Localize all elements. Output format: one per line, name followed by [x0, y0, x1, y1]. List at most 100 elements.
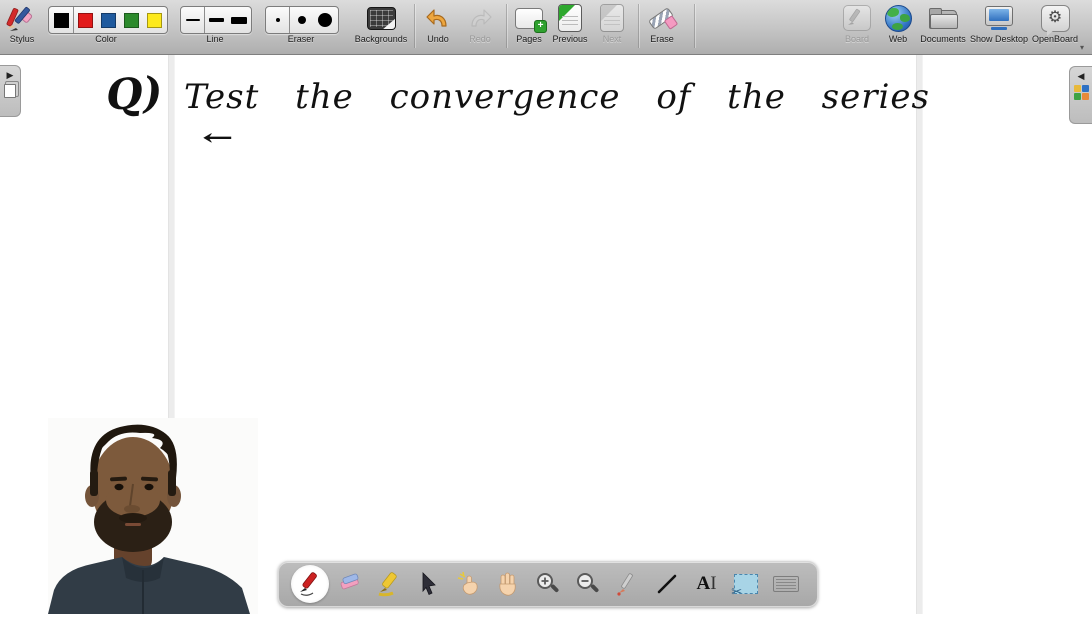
capture-tool-button[interactable]: ✂: [729, 565, 763, 603]
line-thick-option[interactable]: [227, 7, 250, 33]
show-desktop-label: Show Desktop: [968, 34, 1030, 44]
openboard-settings-button[interactable]: ⚙ OpenBoard: [1026, 3, 1084, 44]
color-group-label-wrap: Color: [76, 33, 136, 44]
pages-icon: +: [508, 3, 550, 33]
eraser-large-option[interactable]: [313, 7, 337, 33]
text-tool-button[interactable]: AI: [690, 565, 724, 603]
color-swatch-green[interactable]: [120, 7, 143, 33]
previous-page-button[interactable]: Previous: [549, 3, 591, 44]
webcam-video-presenter: [48, 418, 258, 614]
redo-icon: [460, 3, 500, 33]
line-medium-option[interactable]: [205, 7, 227, 33]
line-thin-option[interactable]: [181, 7, 204, 33]
handwriting-underline-arrow: ←: [202, 125, 233, 151]
board-mode-icon: [838, 3, 876, 33]
laser-pointer-icon: [615, 571, 639, 597]
selector-arrow-icon: [418, 572, 440, 596]
hand-icon: [495, 571, 521, 597]
eraser-group: [265, 6, 339, 34]
eraser-tool-button[interactable]: [333, 565, 367, 603]
zoom-in-icon: [535, 571, 561, 597]
previous-page-icon: [549, 3, 591, 33]
swatch-green: [124, 13, 139, 28]
eraser-small-option[interactable]: [266, 7, 289, 33]
web-mode-button[interactable]: Web: [879, 3, 917, 44]
highlighter-icon: [376, 571, 402, 597]
backgrounds-button[interactable]: Backgrounds: [352, 3, 410, 44]
show-desktop-monitor-icon: [968, 3, 1030, 33]
virtual-keyboard-tool-button[interactable]: [769, 565, 803, 603]
right-panel-expander-tab[interactable]: ◀: [1069, 66, 1092, 124]
toolbar-separator: [638, 4, 639, 48]
board-mode-button[interactable]: Board: [838, 3, 876, 44]
eraser-small: [276, 18, 280, 22]
color-swatch-red[interactable]: [74, 7, 97, 33]
toolbar-overflow-arrow[interactable]: ▾: [1080, 43, 1084, 52]
floating-tool-palette: AI ✂: [278, 561, 818, 607]
color-group: [48, 6, 168, 34]
eraser-label: Eraser: [271, 34, 331, 44]
web-label: Web: [879, 34, 917, 44]
eraser-icon: [337, 572, 363, 596]
swatch-yellow: [147, 13, 162, 28]
pages-panel-icon: [4, 84, 16, 98]
backgrounds-label: Backgrounds: [352, 34, 410, 44]
handwriting-text: Test the convergence of the series: [184, 77, 930, 117]
erase-label: Erase: [641, 34, 683, 44]
next-page-button[interactable]: Next: [591, 3, 633, 44]
undo-button[interactable]: Undo: [418, 3, 458, 44]
next-label: Next: [591, 34, 633, 44]
documents-label: Documents: [915, 34, 971, 44]
erase-icon: [641, 3, 683, 33]
expand-right-icon: ▶: [7, 70, 14, 80]
pages-button[interactable]: + Pages: [508, 3, 550, 44]
redo-label: Redo: [460, 34, 500, 44]
undo-label: Undo: [418, 34, 458, 44]
selector-tool-button[interactable]: [412, 565, 446, 603]
color-swatch-blue[interactable]: [97, 7, 120, 33]
line-thin: [186, 19, 200, 21]
interact-tool-button[interactable]: [452, 565, 486, 603]
library-panel-icon: [1074, 85, 1089, 100]
interact-hand-icon: [456, 571, 482, 597]
expand-left-icon: ◀: [1078, 71, 1085, 81]
highlighter-tool-button[interactable]: [372, 565, 406, 603]
whiteboard-canvas[interactable]: Q) Test the convergence of the series ← …: [0, 55, 1092, 614]
pen-icon: [297, 571, 323, 597]
eraser-medium-option[interactable]: [290, 7, 313, 33]
swatch-red: [78, 13, 93, 28]
erase-button[interactable]: Erase: [641, 3, 683, 44]
board-label: Board: [838, 34, 876, 44]
redo-button[interactable]: Redo: [460, 3, 500, 44]
pages-label: Pages: [508, 34, 550, 44]
zoom-out-icon: [575, 571, 601, 597]
line-icon: [655, 572, 679, 596]
line-label: Line: [185, 34, 245, 44]
line-group: [180, 6, 252, 34]
page-edge-line: [916, 55, 923, 614]
show-desktop-button[interactable]: Show Desktop: [968, 3, 1030, 44]
color-swatch-yellow[interactable]: [143, 7, 166, 33]
eraser-medium: [298, 16, 306, 24]
laser-pointer-tool-button[interactable]: [610, 565, 644, 603]
toolbar-separator: [694, 4, 695, 48]
line-group-label-wrap: Line: [185, 33, 245, 44]
text-tool-icon: AI: [697, 573, 717, 595]
pen-tool-button[interactable]: [293, 565, 327, 603]
line-tool-button[interactable]: [650, 565, 684, 603]
documents-mode-button[interactable]: Documents: [915, 3, 971, 44]
zoom-in-tool-button[interactable]: [531, 565, 565, 603]
web-globe-icon: [879, 3, 917, 33]
left-panel-expander-tab[interactable]: ▶: [0, 65, 21, 117]
zoom-out-tool-button[interactable]: [571, 565, 605, 603]
stylus-icon: [2, 3, 42, 33]
scroll-hand-tool-button[interactable]: [491, 565, 525, 603]
next-page-icon: [591, 3, 633, 33]
eraser-large: [318, 13, 332, 27]
handwriting-question-label: Q): [104, 67, 164, 120]
top-toolbar: Stylus Color Line Eraser Backgrounds: [0, 0, 1092, 55]
openboard-label: OpenBoard: [1026, 34, 1084, 44]
stylus-button[interactable]: Stylus: [2, 3, 42, 44]
line-medium: [209, 18, 224, 22]
color-swatch-black[interactable]: [49, 7, 73, 33]
